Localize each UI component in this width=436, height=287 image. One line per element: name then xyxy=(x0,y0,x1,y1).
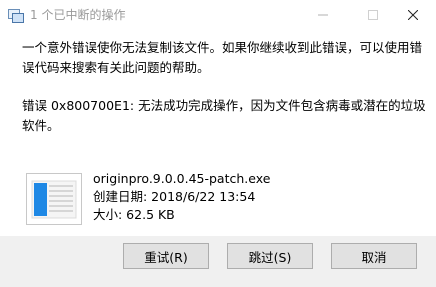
skip-button[interactable]: 跳过(S) xyxy=(227,243,313,269)
error-code-message: 错误 0x800700E1: 无法成功完成操作，因为文件包含病毒或潜在的垃圾软件… xyxy=(22,98,426,133)
file-details: originpro.9.0.0.45-patch.exe 创建日期: 2018/… xyxy=(93,170,270,224)
window-title: 1 个已中断的操作 xyxy=(30,8,126,22)
close-icon[interactable] xyxy=(390,0,436,30)
retry-button[interactable]: 重试(R) xyxy=(123,243,209,269)
error-description: 一个意外错误使你无法复制该文件。如果你继续收到此错误，可以使用错误代码来搜索有关… xyxy=(22,40,423,75)
minimize-icon[interactable] xyxy=(300,0,346,30)
file-name: originpro.9.0.0.45-patch.exe xyxy=(93,171,271,186)
cancel-button[interactable]: 取消 xyxy=(331,243,417,269)
file-created-date: 创建日期: 2018/6/22 13:54 xyxy=(93,189,256,204)
file-size: 大小: 62.5 KB xyxy=(93,207,175,222)
file-thumbnail-icon xyxy=(26,173,82,225)
copy-icon xyxy=(8,8,24,23)
title-bar[interactable]: 1 个已中断的操作 xyxy=(0,0,436,30)
